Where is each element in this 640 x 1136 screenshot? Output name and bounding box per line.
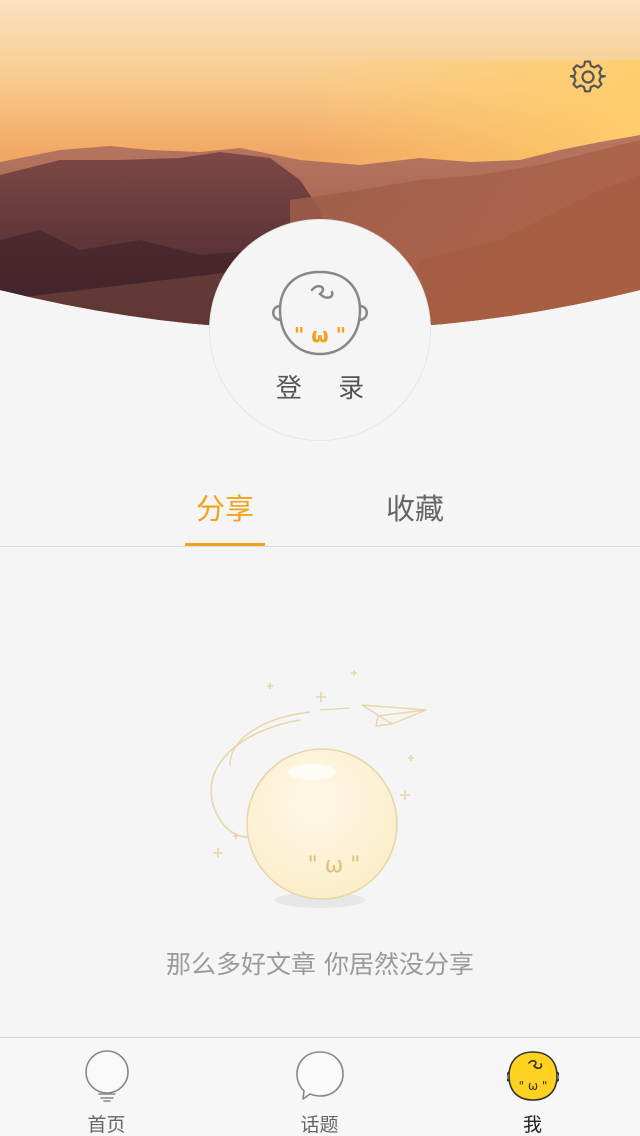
tabbar-label-home: 首页: [87, 1114, 126, 1136]
tabbar-item-topics[interactable]: 话题: [213, 1038, 426, 1136]
settings-button[interactable]: [566, 55, 610, 99]
profile-screen: " ω " 登 录 分享 收藏 " ω " 那么多好文章 你居然没分享 首页 话…: [0, 0, 640, 1136]
paper-plane-icon: [361, 704, 427, 727]
login-label[interactable]: 登 录: [210, 368, 430, 405]
tab-share[interactable]: 分享: [165, 486, 285, 528]
avatar-face-text: " ω ": [294, 323, 346, 347]
tab-favorites[interactable]: 收藏: [355, 486, 475, 528]
illustration-face-text: " ω ": [308, 853, 361, 878]
tabbar-label-topics: 话题: [300, 1114, 339, 1136]
svg-text:" ω ": " ω ": [518, 1079, 547, 1093]
avatar-login-button[interactable]: " ω " 登 录: [210, 220, 430, 440]
speech-bubble-icon: [295, 1051, 344, 1100]
tabbar-label-me: 我: [522, 1114, 542, 1136]
empty-state-message: 那么多好文章 你居然没分享: [166, 950, 474, 979]
active-tab-indicator: [185, 543, 265, 546]
empty-state-illustration: " ω ": [210, 670, 427, 908]
content-tabs: 分享 收藏: [0, 470, 640, 547]
tabbar-item-home[interactable]: 首页: [0, 1038, 213, 1136]
baby-face-icon: " ω ": [272, 270, 368, 356]
lightbulb-icon: [84, 1050, 129, 1102]
bottom-tab-bar: 首页 话题 " ω " 我: [0, 1037, 640, 1136]
face-icon: " ω ": [506, 1051, 559, 1101]
tabbar-item-me[interactable]: " ω " 我: [426, 1038, 639, 1136]
gear-icon: [570, 60, 606, 93]
